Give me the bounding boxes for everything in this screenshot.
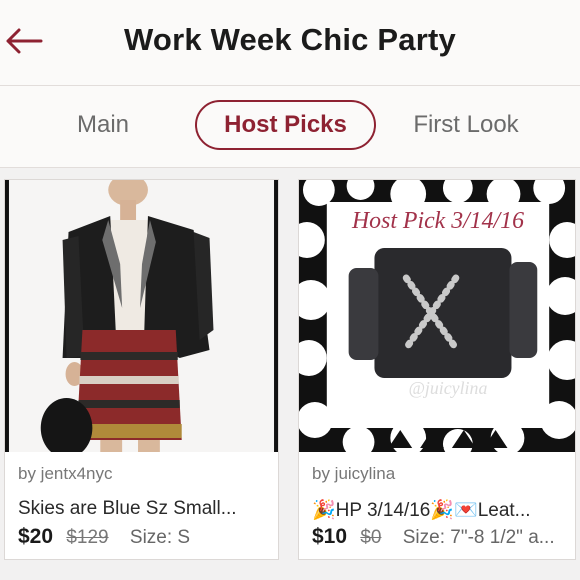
original-price: $0 — [360, 527, 382, 548]
price-row: $20 $129 Size: S — [18, 525, 190, 549]
image-watermark: @juicylina — [408, 378, 487, 398]
listing-card[interactable]: by jentx4nyc Skies are Blue Sz Small... … — [4, 179, 279, 560]
app-header: Work Week Chic Party — [0, 0, 580, 86]
price-row: $10 $0 Size: 7"-8 1/2" a... — [312, 525, 555, 549]
listing-price: $10 — [312, 525, 348, 548]
listing-price: $20 — [18, 525, 54, 548]
seller-name[interactable]: by jentx4nyc — [18, 464, 113, 484]
listing-size: Size: S — [129, 527, 191, 548]
tab-host-picks[interactable]: Host Picks — [195, 100, 376, 150]
listing-title: Skies are Blue Sz Small... — [18, 498, 237, 519]
original-price: $129 — [66, 527, 109, 548]
tab-first-look[interactable]: First Look — [400, 100, 532, 150]
tab-main[interactable]: Main — [58, 100, 148, 150]
page-title: Work Week Chic Party — [124, 22, 456, 57]
tab-bar: Main Host Picks First Look — [0, 86, 580, 168]
listing-card[interactable]: Host Pick 3/14/16 @juicylina by juicylin… — [298, 179, 576, 560]
listing-image — [5, 180, 278, 452]
listing-size: Size: 7"-8 1/2" a... — [402, 527, 555, 548]
seller-name[interactable]: by juicylina — [312, 464, 395, 484]
listing-title: 🎉HP 3/14/16🎉💌Leat... — [312, 500, 531, 521]
listing-image: Host Pick 3/14/16 @juicylina — [299, 180, 575, 452]
image-caption: Host Pick 3/14/16 — [351, 208, 524, 234]
